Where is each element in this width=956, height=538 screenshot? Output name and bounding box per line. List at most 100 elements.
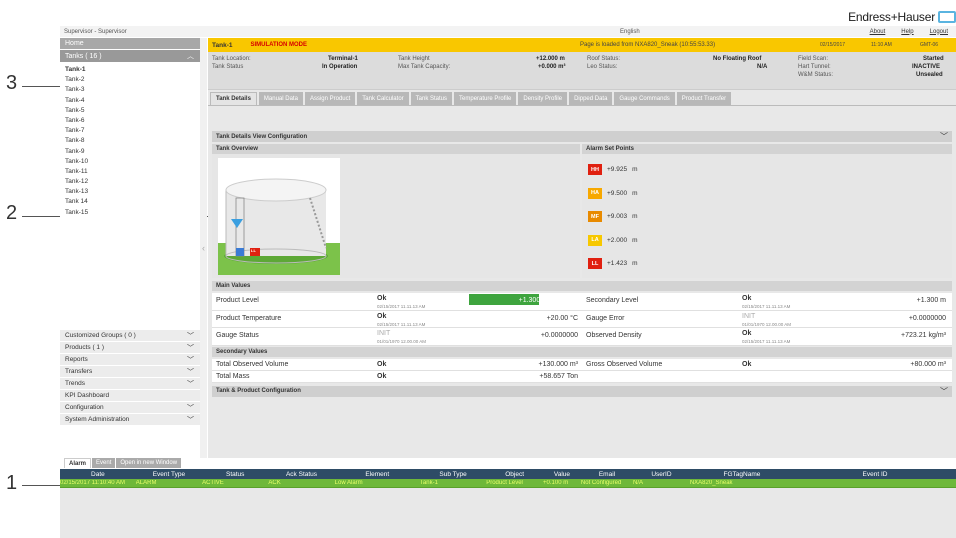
tab-item[interactable]: Temperature Profile xyxy=(454,92,517,105)
callout-3: 3 xyxy=(6,72,18,94)
value-status: INIT xyxy=(377,330,391,337)
tab-item[interactable]: Tank Details xyxy=(210,92,257,105)
sidebar-group-label: KPI Dashboard xyxy=(65,392,110,399)
sidebar-tank-item[interactable]: Tank-7 xyxy=(65,126,200,136)
alarm-code-badge: MF xyxy=(588,211,602,223)
value-status: Ok xyxy=(377,295,387,302)
tab-item[interactable]: Tank Status xyxy=(410,92,453,105)
tab-item[interactable]: Product Transfer xyxy=(676,92,732,105)
help-link[interactable]: Help xyxy=(901,29,913,35)
sidebar-tank-item[interactable]: Tank-2 xyxy=(65,75,200,85)
tank-overview-title: Tank Overview xyxy=(212,144,580,154)
value-status: Ok xyxy=(377,312,387,320)
alarm-column-header[interactable]: Value xyxy=(543,471,581,478)
sidebar-group-item[interactable]: System Administration ﹀ xyxy=(60,414,200,426)
tab-item[interactable]: Dipped Data xyxy=(569,92,613,105)
sidebar-tank-item[interactable]: Tank-12 xyxy=(65,177,200,187)
main-value-left: Gauge Status INIT 01/01/1970 12.00.00 AM +0… xyxy=(212,328,582,345)
sidebar-tank-item[interactable]: Tank-5 xyxy=(65,106,200,116)
alarm-column-header[interactable]: Status xyxy=(202,471,268,478)
value-label: Product Temperature xyxy=(216,314,282,322)
sidebar-tank-item[interactable]: Tank-1 xyxy=(65,65,200,75)
alarm-column-header[interactable]: Ack Status xyxy=(268,471,334,478)
value-status: INIT xyxy=(742,312,756,320)
sidebar-group-item[interactable]: Customized Groups ( 0 ) ﹀ xyxy=(60,330,200,342)
about-link[interactable]: About xyxy=(870,29,886,35)
tab-item[interactable]: Gauge Commands xyxy=(614,92,675,105)
sidebar-home[interactable]: Home xyxy=(60,38,200,50)
alarm-column-header[interactable]: FGTagName xyxy=(690,471,794,478)
chevron-down-icon: ﹀ xyxy=(187,368,194,376)
alarm-code-badge: LL xyxy=(588,258,602,270)
sidebar-tank-item[interactable]: Tank-9 xyxy=(65,147,200,157)
value-label: Gauge Status xyxy=(216,332,259,339)
value-status: Ok xyxy=(742,330,752,337)
tank-title-bar: Tank-1 SIMULATION MODE Page is loaded fr… xyxy=(208,38,956,52)
alarm-column-header[interactable]: Event Type xyxy=(136,471,202,478)
sidebar-group-item[interactable]: Reports ﹀ xyxy=(60,354,200,366)
alarm-tab[interactable]: Event xyxy=(92,458,116,468)
alarm-cell: Tank-1 xyxy=(419,480,438,486)
simulation-mode-label: SIMULATION MODE xyxy=(250,42,308,48)
alarm-column-header[interactable]: Sub Type xyxy=(420,471,486,478)
alarm-point-value: +2.000 xyxy=(607,236,628,244)
main-value-left: Product Level Ok 02/15/2017 11.11.13 AM +1.… xyxy=(212,293,582,310)
alarm-point: HA +9.500 m xyxy=(588,182,952,206)
alarm-column-header[interactable]: Date xyxy=(60,471,136,478)
value-label: Product Level xyxy=(216,297,259,304)
alarm-point-unit: m xyxy=(632,213,638,221)
config-section-header[interactable]: Tank Details View Configuration ﹀ xyxy=(212,131,952,142)
sidebar-group-label: Configuration xyxy=(65,404,104,411)
tank-location-value: Terminal-1 xyxy=(328,56,358,62)
current-time: 11:10 AM xyxy=(871,42,892,48)
tab-item[interactable]: Assign Product xyxy=(304,92,356,105)
alarm-column-header[interactable]: Element xyxy=(335,471,420,478)
logout-link[interactable]: Logout xyxy=(930,29,948,35)
roof-status-value: No Floating Roof xyxy=(713,56,762,62)
sidebar-collapse-handle[interactable]: ‹ xyxy=(200,38,207,458)
alarm-row[interactable]: 02/15/2017 11:10:40 AM ALARM ACTIVE ACK Low … xyxy=(60,479,956,488)
field-scan-value: Started xyxy=(923,56,944,62)
alarm-point: MF +9.003 m xyxy=(588,205,952,229)
alarm-tab[interactable]: Open in new Window xyxy=(116,458,182,468)
alarm-column-header[interactable]: Object xyxy=(486,471,543,478)
brand-mark-icon xyxy=(938,11,956,23)
sidebar-tank-item[interactable]: Tank-8 xyxy=(65,136,200,146)
sidebar-group-item[interactable]: Products ( 1 ) ﹀ xyxy=(60,342,200,354)
sidebar-group-item[interactable]: Transfers ﹀ xyxy=(60,366,200,378)
tab-item[interactable]: Density Profile xyxy=(518,92,568,105)
tab-item[interactable]: Tank Calculator xyxy=(357,92,409,105)
sidebar-tank-item[interactable]: Tank-4 xyxy=(65,96,200,106)
alarm-tab[interactable]: Alarm xyxy=(64,458,92,468)
secondary-value-left: Total Mass Ok +58.657 Ton xyxy=(212,371,582,382)
alarm-column-header[interactable]: Email xyxy=(581,471,633,478)
sidebar-tanks-header[interactable]: Tanks ( 16 ) ︿ xyxy=(60,50,200,62)
sidebar-tank-item[interactable]: Tank-3 xyxy=(65,85,200,95)
value-number: +58.657 Ton xyxy=(539,372,578,380)
sidebar-group-item[interactable]: Configuration ﹀ xyxy=(60,402,200,414)
value-status: Ok xyxy=(377,360,387,368)
sidebar-tank-item[interactable]: Tank 14 xyxy=(65,197,200,207)
sidebar-group-label: Products ( 1 ) xyxy=(65,344,105,351)
product-config-header[interactable]: Tank & Product Configuration ﹀ xyxy=(212,385,952,397)
chevron-up-icon: ︿ xyxy=(187,53,194,60)
value-number: +0.0000000 xyxy=(908,314,946,322)
sidebar-group-item[interactable]: Trends ﹀ xyxy=(60,378,200,390)
sidebar-tank-item[interactable]: Tank-11 xyxy=(65,167,200,177)
sidebar-group-label: Reports xyxy=(65,356,88,363)
sidebar-tank-item[interactable]: Tank-15 xyxy=(65,208,200,218)
value-timestamp: 02/15/2017 11.11.13 AM xyxy=(377,321,426,327)
brand-logo: Endress+Hauser xyxy=(848,10,956,24)
sidebar-group-item[interactable]: KPI Dashboard xyxy=(60,390,200,402)
tab-item[interactable]: Manual Data xyxy=(258,92,303,105)
value-status: Ok xyxy=(742,360,752,368)
sidebar-tank-item[interactable]: Tank-6 xyxy=(65,116,200,126)
main-content: Tank-1 SIMULATION MODE Page is loaded fr… xyxy=(208,38,956,458)
alarm-column-header[interactable]: UserID xyxy=(633,471,690,478)
sidebar-tank-item[interactable]: Tank-10 xyxy=(65,157,200,167)
sidebar-tank-item[interactable]: Tank-13 xyxy=(65,187,200,197)
alarm-set-points-title: Alarm Set Points xyxy=(582,144,952,154)
alarm-column-header[interactable]: Event ID xyxy=(794,471,956,478)
language-selector[interactable]: English xyxy=(620,29,640,35)
tank-overview: Tank Overview LL xyxy=(212,144,580,278)
